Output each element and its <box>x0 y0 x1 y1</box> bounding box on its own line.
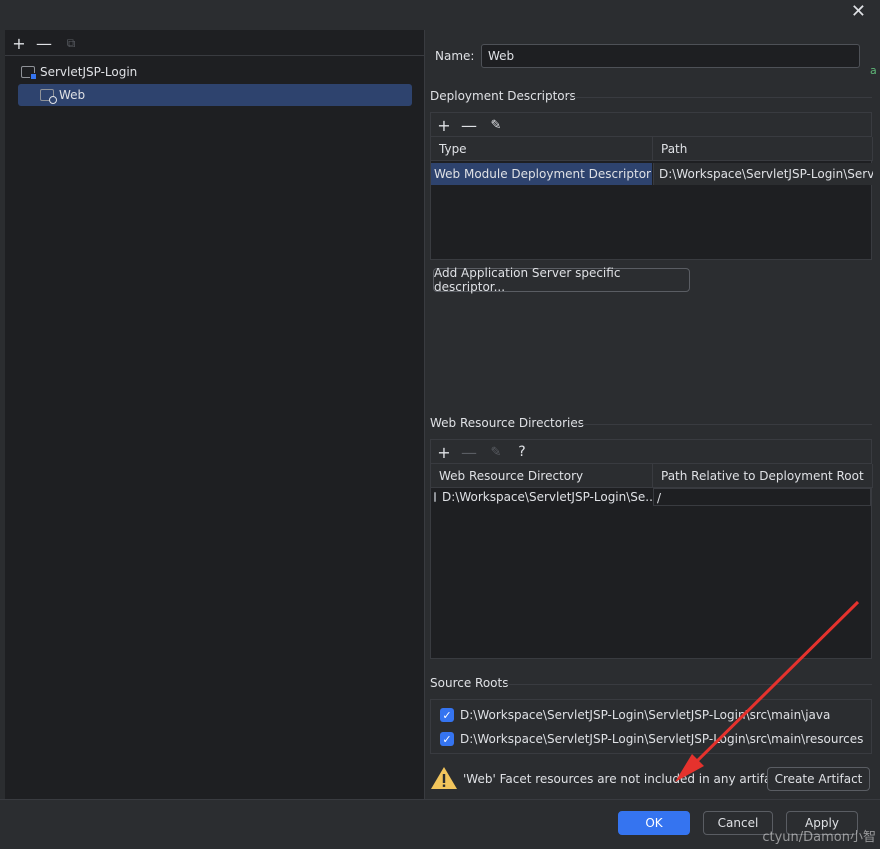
tree-item-module[interactable]: ServletJSP-Login <box>21 61 411 83</box>
resources-toolbar: + — ✎ ? <box>431 440 871 464</box>
resource-directory-cell[interactable]: D:\Workspace\ServletJSP-Login\Se... <box>431 488 652 506</box>
help-icon[interactable]: ? <box>512 442 532 462</box>
checkbox-checked-icon[interactable]: ✓ <box>440 732 454 746</box>
column-header-path[interactable]: Path <box>653 137 873 161</box>
facet-settings-panel: Name: Deployment Descriptors + — ✎ Type … <box>426 30 880 799</box>
warning-icon <box>431 767 457 789</box>
dialog-titlebar: ✕ <box>0 0 880 30</box>
descriptors-toolbar: + — ✎ <box>431 113 871 137</box>
tree-item-label: ServletJSP-Login <box>40 65 138 79</box>
tree-item-label: Web <box>59 88 86 102</box>
column-header-type[interactable]: Type <box>431 137 653 161</box>
resource-directory-text: D:\Workspace\ServletJSP-Login\Se... <box>442 490 652 504</box>
folder-icon <box>434 492 436 502</box>
tree-toolbar: + — ⧉ <box>5 30 425 56</box>
add-icon[interactable]: + <box>434 442 454 462</box>
source-roots-list: ✓ D:\Workspace\ServletJSP-Login\ServletJ… <box>430 699 872 754</box>
close-icon[interactable]: ✕ <box>851 2 866 22</box>
remove-icon[interactable]: — <box>459 442 479 462</box>
facet-tree-panel: + — ⧉ ServletJSP-Login Web <box>5 30 425 799</box>
relative-path-cell[interactable]: / <box>653 488 871 506</box>
descriptor-type-cell[interactable]: Web Module Deployment Descriptor <box>431 163 652 185</box>
warning-message: 'Web' Facet resources are not included i… <box>463 772 789 786</box>
module-icon <box>21 66 37 80</box>
web-resource-directories-title: Web Resource Directories <box>430 416 584 430</box>
deployment-descriptors-title: Deployment Descriptors <box>430 89 576 103</box>
separator <box>506 684 872 685</box>
column-header-directory[interactable]: Web Resource Directory <box>431 464 653 488</box>
checkbox-checked-icon[interactable]: ✓ <box>440 708 454 722</box>
descriptor-path-cell[interactable]: D:\Workspace\ServletJSP-Login\ServletJ <box>653 163 873 185</box>
add-icon[interactable]: + <box>434 115 454 135</box>
deployment-descriptors-table: + — ✎ Type Path Web Module Deployment De… <box>430 112 873 260</box>
web-resource-directories-table: + — ✎ ? Web Resource Directory Path Rela… <box>430 439 873 659</box>
name-input[interactable] <box>481 44 860 68</box>
edit-icon[interactable]: ✎ <box>486 115 506 135</box>
separator <box>572 424 872 425</box>
name-label: Name: <box>435 49 475 63</box>
watermark: ctyun/Damon小智 <box>762 830 876 845</box>
add-icon[interactable]: + <box>9 33 29 53</box>
ok-button[interactable]: OK <box>618 811 690 835</box>
column-header-relative-path[interactable]: Path Relative to Deployment Root <box>653 464 873 488</box>
source-roots-title: Source Roots <box>430 676 509 690</box>
source-root-path: D:\Workspace\ServletJSP-Login\ServletJSP… <box>460 708 831 722</box>
source-root-item[interactable]: ✓ D:\Workspace\ServletJSP-Login\ServletJ… <box>440 705 830 725</box>
copy-icon[interactable]: ⧉ <box>61 33 81 53</box>
separator <box>566 97 872 98</box>
tree-item-web[interactable]: Web <box>18 84 412 106</box>
remove-icon[interactable]: — <box>459 115 479 135</box>
web-facet-icon <box>40 89 57 104</box>
remove-icon[interactable]: — <box>34 33 54 53</box>
add-server-descriptor-button[interactable]: Add Application Server specific descript… <box>433 266 690 294</box>
create-artifact-button[interactable]: Create Artifact <box>767 767 870 791</box>
source-root-item[interactable]: ✓ D:\Workspace\ServletJSP-Login\ServletJ… <box>440 729 863 749</box>
source-root-path: D:\Workspace\ServletJSP-Login\ServletJSP… <box>460 732 864 746</box>
edit-icon[interactable]: ✎ <box>486 442 506 462</box>
